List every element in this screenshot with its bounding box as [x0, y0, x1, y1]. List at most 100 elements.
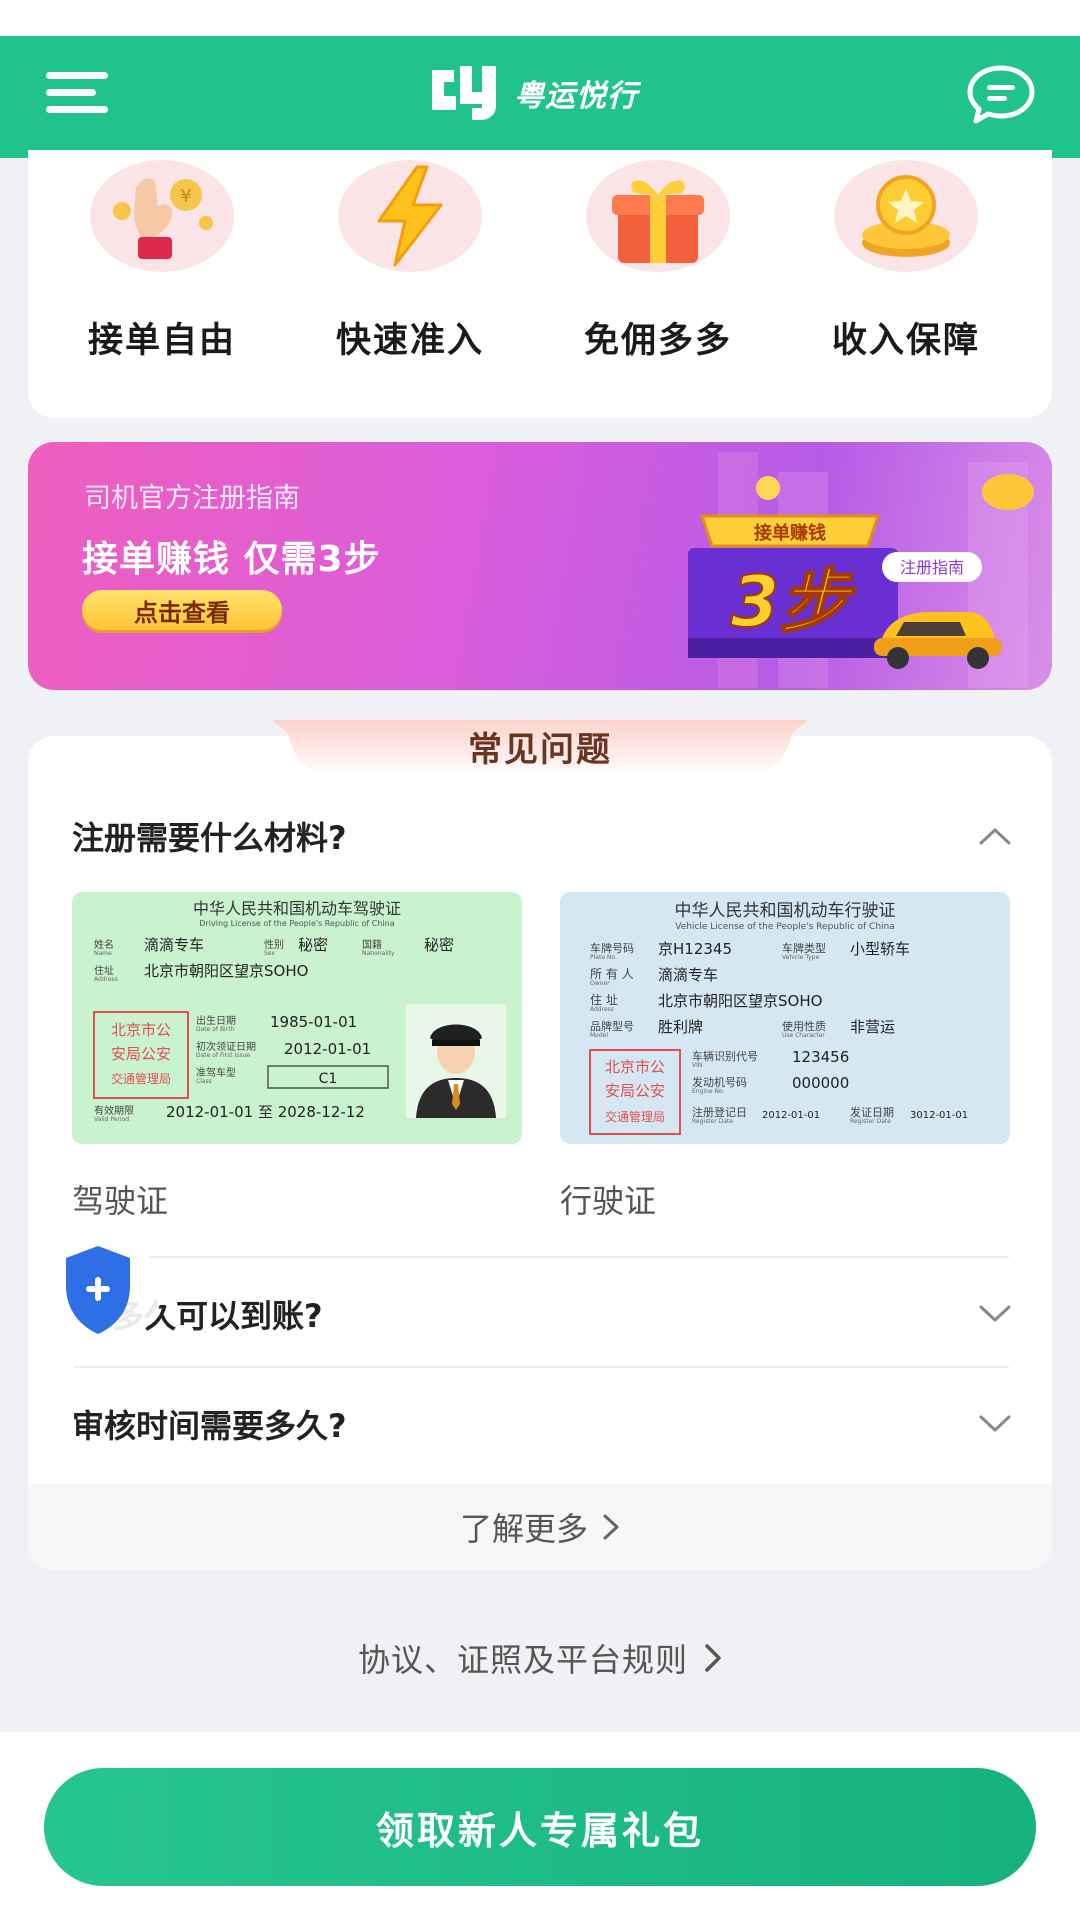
- faq-question-text: 审核时间需要多久?: [72, 1407, 347, 1445]
- vl-plate: 京H12345: [658, 940, 732, 958]
- vl-model-label-en: Model: [590, 1032, 608, 1039]
- art-tag: 注册指南: [900, 558, 964, 577]
- vehicle-license-sample: 中华人民共和国机动车行驶证 Vehicle License of the Peo…: [560, 892, 1010, 1144]
- faq-question-text: 注册需要什么材料?: [72, 819, 347, 857]
- vl-issue-label-en: Register Date: [850, 1118, 891, 1125]
- feature-label: 快速准入: [335, 321, 484, 361]
- logo-mark-icon: [432, 66, 496, 120]
- vl-stamp-line-2: 安局公安: [605, 1082, 665, 1100]
- driving-license-caption: 驾驶证: [72, 1182, 169, 1220]
- faq-question-review-time[interactable]: 审核时间需要多久?: [72, 1384, 1012, 1464]
- hand-coin-icon: ¥: [113, 178, 213, 259]
- faq-title: 常见问题: [468, 730, 612, 770]
- dl-class-label-en: Class: [196, 1078, 212, 1085]
- shield-plus-icon[interactable]: [30, 1230, 170, 1350]
- learn-more-link[interactable]: 了解更多: [28, 1484, 1052, 1570]
- dl-stamp-line-2: 安局公安: [111, 1045, 171, 1063]
- chevron-right-icon: [603, 1514, 619, 1540]
- vl-stamp-line-1: 北京市公: [605, 1058, 665, 1076]
- dl-issue-label-en: Date of First Issue: [196, 1052, 250, 1059]
- vl-type-label: 车牌类型: [782, 941, 826, 955]
- vl-address-label-en: Address: [590, 1006, 614, 1013]
- vl-type: 小型轿车: [850, 940, 910, 958]
- dl-stamp-line-3: 交通管理局: [111, 1071, 171, 1086]
- learn-more-area: 了解更多: [28, 1484, 1052, 1570]
- learn-more-label: 了解更多: [459, 1510, 588, 1548]
- vl-issue: 3012-01-01: [910, 1110, 968, 1121]
- driver-portrait-icon: [406, 1004, 506, 1118]
- status-bar-area: [0, 0, 1080, 36]
- vl-reg: 2012-01-01: [762, 1110, 820, 1121]
- app-name: 粤运悦行: [514, 79, 638, 114]
- driving-license-sample: 中华人民共和国机动车驾驶证 Driving License of the Peo…: [72, 892, 522, 1144]
- feature-label: 收入保障: [831, 321, 980, 361]
- chat-bubble-icon[interactable]: [966, 64, 1036, 124]
- vl-use: 非营运: [850, 1018, 895, 1036]
- banner-title: 接单赚钱 仅需3步: [82, 539, 381, 580]
- dl-valid-label-en: Valid Period: [94, 1116, 129, 1123]
- divider: [74, 1366, 1009, 1368]
- dl-class: C1: [319, 1071, 338, 1087]
- dl-nationality: 秘密: [424, 936, 454, 954]
- banner-view-button[interactable]: 点击查看: [82, 590, 282, 630]
- vehicle-license-caption: 行驶证: [560, 1182, 657, 1220]
- vl-issue-label: 发证日期: [850, 1105, 894, 1119]
- vl-owner: 滴滴专车: [658, 966, 718, 984]
- vl-reg-label-en: Register Date: [692, 1118, 733, 1125]
- dl-valid: 2012-01-01 至 2028-12-12: [166, 1103, 365, 1121]
- three-steps-illustration: 接单赚钱 3步 注册指南: [688, 452, 1034, 688]
- dl-dob-label-en: Date of Birth: [196, 1026, 235, 1033]
- vl-use-label: 使用性质: [782, 1019, 826, 1033]
- feature-item-commission-free: 免佣多多: [538, 160, 778, 363]
- platform-rules-link[interactable]: 协议、证照及平台规则: [0, 1628, 1080, 1688]
- gift-box-icon: [612, 180, 704, 263]
- vl-subtitle: Vehicle License of the People's Republic…: [675, 922, 895, 932]
- dl-sex: 秘密: [298, 936, 328, 954]
- vl-address-label: 住 址: [590, 993, 618, 1007]
- chevron-up-icon[interactable]: [978, 826, 1012, 846]
- hamburger-menu-icon[interactable]: [46, 70, 108, 116]
- dl-address-label-en: Address: [94, 976, 118, 983]
- vl-engine: 000000: [792, 1074, 849, 1092]
- vl-plate-label-en: Plate No.: [590, 954, 617, 961]
- lightning-icon: [377, 165, 443, 267]
- feature-label: 接单自由: [87, 321, 236, 361]
- vl-use-label-en: Use Character: [782, 1032, 825, 1039]
- vl-engine-label: 发动机号码: [692, 1075, 747, 1089]
- vl-reg-label: 注册登记日: [692, 1105, 747, 1119]
- vl-type-label-en: Vehicle Type: [782, 954, 819, 961]
- chevron-down-icon[interactable]: [978, 1414, 1012, 1434]
- vl-owner-label-en: Owner: [590, 980, 610, 987]
- dl-subtitle: Driving License of the People's Republic…: [199, 919, 394, 928]
- banner-subtitle: 司机官方注册指南: [84, 483, 300, 514]
- feature-label: 免佣多多: [583, 321, 732, 361]
- vl-address: 北京市朝阳区望京SOHO: [658, 992, 822, 1010]
- art-top-label: 接单赚钱: [754, 522, 826, 544]
- chevron-right-icon: [705, 1644, 721, 1672]
- vl-vin-label-en: VIN: [692, 1062, 702, 1069]
- dl-name-label-en: Name: [94, 950, 112, 957]
- dl-stamp-line-1: 北京市公: [111, 1021, 171, 1039]
- divider: [74, 1256, 1009, 1258]
- faq-question-materials[interactable]: 注册需要什么材料?: [72, 796, 1012, 876]
- feature-item-fast-access: 快速准入: [290, 160, 530, 363]
- dl-address: 北京市朝阳区望京SOHO: [144, 962, 308, 980]
- faq-question-payout[interactable]: 多久可以到账?: [72, 1274, 1012, 1354]
- registration-guide-banner[interactable]: 司机官方注册指南 接单赚钱 仅需3步 点击查看 接单赚钱 3步 注册指南: [28, 442, 1052, 690]
- vl-engine-label-en: Engine No.: [692, 1088, 725, 1095]
- claim-newcomer-gift-button[interactable]: 领取新人专属礼包: [44, 1768, 1036, 1886]
- svg-text:¥: ¥: [180, 186, 191, 207]
- vl-title: 中华人民共和国机动车行驶证: [675, 901, 896, 921]
- platform-rules-label: 协议、证照及平台规则: [357, 1641, 688, 1679]
- vl-stamp-line-3: 交通管理局: [605, 1109, 665, 1124]
- feature-card: ¥ 接单自由 快速准入 免佣多多 收入保障: [28, 150, 1052, 418]
- vl-model-label: 品牌型号: [590, 1019, 634, 1033]
- coin-stack-icon: [862, 175, 950, 257]
- vl-owner-label: 所 有 人: [590, 967, 634, 981]
- dl-nationality-label-en: Nationality: [362, 950, 395, 957]
- feature-item-income-guarantee: 收入保障: [786, 160, 1026, 363]
- chevron-down-icon[interactable]: [978, 1304, 1012, 1324]
- dl-issue: 2012-01-01: [284, 1040, 371, 1058]
- app-logo: 粤运悦行: [426, 62, 666, 124]
- art-main-text: 3步: [731, 561, 857, 643]
